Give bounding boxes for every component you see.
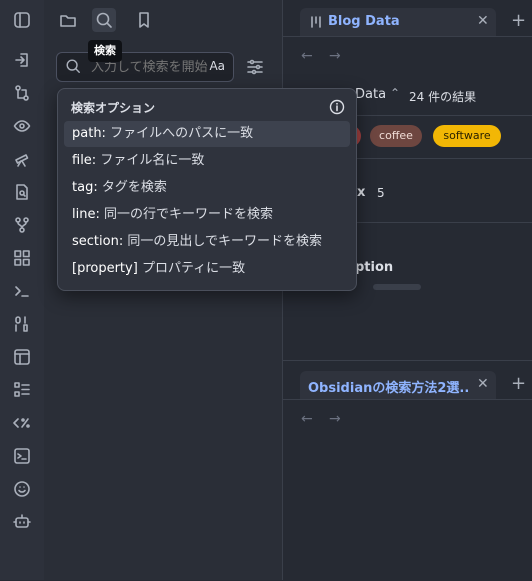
info-icon[interactable] <box>329 99 345 115</box>
close-icon[interactable]: ✕ <box>477 376 489 392</box>
option-line[interactable]: line: 同一の行でキーワードを検索 <box>64 202 350 228</box>
smile-icon[interactable] <box>10 477 34 501</box>
tab-blog-data[interactable]: Blog Data ✕ <box>300 8 496 36</box>
option-key: section: <box>72 234 124 249</box>
option-key: [property] <box>72 261 138 276</box>
search-options-popup: 検索オプション path: ファイルへのパスに一致 file: ファイル名に一致… <box>57 88 357 291</box>
layout-template-icon[interactable] <box>10 345 34 369</box>
forward-arrow-icon[interactable]: → <box>329 411 341 427</box>
tab-divider <box>283 399 532 400</box>
chevron-up-down-icon[interactable]: ⌃ <box>390 86 400 100</box>
option-key: line: <box>72 207 100 222</box>
option-key: path: <box>72 126 106 141</box>
terminal-square-icon[interactable] <box>10 444 34 468</box>
search-box[interactable]: Aa <box>56 52 234 82</box>
option-key: tag: <box>72 180 98 195</box>
tab-divider <box>283 36 532 37</box>
option-desc: 同一の行でキーワードを検索 <box>103 207 273 222</box>
option-desc: 同一の見出しでキーワードを検索 <box>127 234 322 249</box>
git-branch-icon[interactable] <box>10 81 34 105</box>
group-count: 5 <box>377 186 385 200</box>
option-path[interactable]: path: ファイルへのパスに一致 <box>64 121 350 147</box>
back-arrow-icon[interactable]: ← <box>301 411 313 427</box>
close-icon[interactable]: ✕ <box>477 13 489 29</box>
view-name[interactable]: Data <box>355 87 386 102</box>
tag-software[interactable]: software <box>433 125 501 147</box>
back-arrow-icon[interactable]: ← <box>301 48 313 64</box>
ribbon <box>0 0 45 580</box>
login-icon[interactable] <box>10 48 34 72</box>
telescope-icon[interactable] <box>10 147 34 171</box>
option-key: file: <box>72 153 97 168</box>
truncated-row <box>373 284 421 290</box>
percent-code-icon[interactable] <box>10 411 34 435</box>
new-tab-icon[interactable]: + <box>511 373 526 394</box>
layout-grid-icon[interactable] <box>10 246 34 270</box>
option-desc: ファイルへのパスに一致 <box>110 126 254 141</box>
option-label: ption <box>355 260 394 275</box>
option-section[interactable]: section: 同一の見出しでキーワードを検索 <box>64 229 350 255</box>
option-desc: ファイル名に一致 <box>100 153 205 168</box>
bottom-pane: Obsidianの検索方法2選... ✕ + ← → <box>283 360 532 581</box>
match-case-toggle[interactable]: Aa <box>209 59 225 73</box>
tab-title: Blog Data <box>328 14 400 29</box>
result-count: 24 件の結果 <box>409 90 477 104</box>
option-tag[interactable]: tag: タグを検索 <box>64 175 350 201</box>
file-search-icon[interactable] <box>10 180 34 204</box>
forward-arrow-icon[interactable]: → <box>329 48 341 64</box>
search-icon <box>65 58 81 74</box>
binary-icon[interactable] <box>10 312 34 336</box>
new-tab-icon[interactable]: + <box>511 10 526 31</box>
group-label: x <box>357 185 366 200</box>
option-desc: タグを検索 <box>101 180 167 195</box>
option-property[interactable]: [property] プロパティに一致 <box>64 256 350 282</box>
sliders-icon[interactable] <box>246 58 264 76</box>
folder-icon[interactable] <box>56 8 80 32</box>
list-checks-icon[interactable] <box>10 378 34 402</box>
bot-icon[interactable] <box>10 510 34 534</box>
search-tab-icon[interactable] <box>92 8 116 32</box>
eye-icon[interactable] <box>10 114 34 138</box>
option-desc: プロパティに一致 <box>141 261 246 276</box>
bookmark-icon[interactable] <box>132 8 156 32</box>
popup-title: 検索オプション <box>71 101 156 115</box>
terminal-prompt-icon[interactable] <box>10 279 34 303</box>
tab-obsidian-search[interactable]: Obsidianの検索方法2選... ✕ <box>300 371 496 399</box>
git-fork-icon[interactable] <box>10 213 34 237</box>
search-tooltip: 検索 <box>88 40 122 62</box>
table-icon <box>310 15 322 29</box>
tab-title: Obsidianの検索方法2選... <box>308 381 468 396</box>
sidebar-toggle-icon[interactable] <box>10 8 34 32</box>
option-file[interactable]: file: ファイル名に一致 <box>64 148 350 174</box>
tag-coffee[interactable]: coffee <box>370 125 422 147</box>
